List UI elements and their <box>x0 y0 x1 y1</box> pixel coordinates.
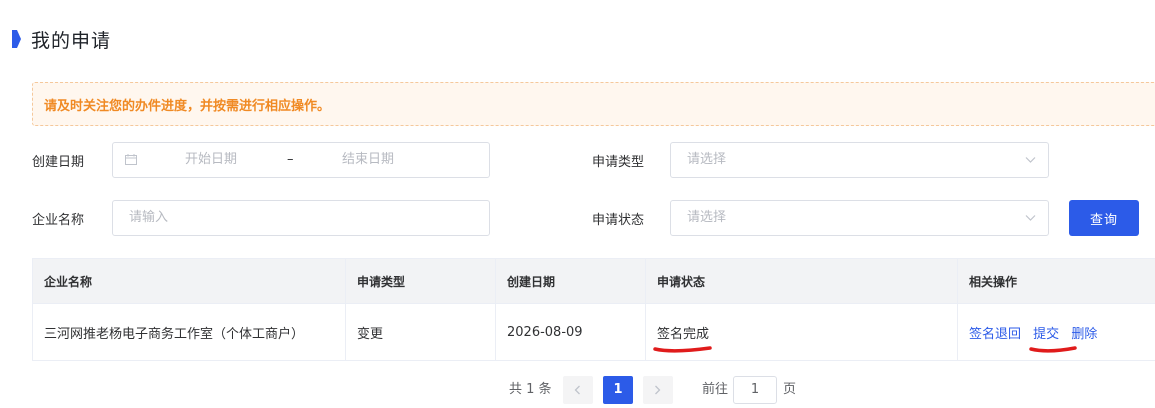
applications-table: 企业名称 申请类型 创建日期 申请状态 相关操作 三河网推老杨电子商务工作室（个… <box>32 258 1155 361</box>
cell-status: 签名完成 <box>645 303 958 361</box>
end-date-input[interactable]: 结束日期 <box>342 143 394 177</box>
apply-type-label: 申请类型 <box>592 155 645 170</box>
title-marker-icon <box>12 30 21 48</box>
column-header-created: 创建日期 <box>495 258 646 304</box>
goto-page-input[interactable]: 1 <box>733 376 777 404</box>
submit-link-wrapper: 提交 <box>1029 327 1077 353</box>
company-name-placeholder: 请输入 <box>129 210 169 225</box>
query-button[interactable]: 查询 <box>1069 200 1139 236</box>
apply-status-label: 申请状态 <box>592 213 645 228</box>
column-header-actions: 相关操作 <box>957 258 1155 304</box>
apply-type-select[interactable]: 请选择 <box>670 142 1049 178</box>
chevron-left-icon <box>574 385 580 395</box>
created-date-label: 创建日期 <box>32 155 85 170</box>
column-header-status: 申请状态 <box>645 258 958 304</box>
pagination: 共 1 条 1 前往 1 页 <box>0 376 1155 404</box>
cell-created: 2026-08-09 <box>495 303 646 361</box>
date-range-separator: – <box>287 152 294 167</box>
cell-actions: 签名退回 提交 删除 <box>957 303 1155 361</box>
page-title: 我的申请 <box>31 29 112 52</box>
submit-link[interactable]: 提交 <box>1033 327 1059 342</box>
delete-link[interactable]: 删除 <box>1071 327 1097 342</box>
chevron-down-icon <box>1025 215 1036 221</box>
status-text-wrapper: 签名完成 <box>653 326 712 353</box>
red-underline-annotation <box>653 345 712 353</box>
chevron-right-icon <box>655 385 661 395</box>
prev-page-button[interactable] <box>563 376 593 404</box>
pagination-total: 共 1 条 <box>509 382 552 397</box>
next-page-button[interactable] <box>643 376 673 404</box>
column-header-company: 企业名称 <box>32 258 346 304</box>
apply-status-select[interactable]: 请选择 <box>670 200 1049 236</box>
cell-type: 变更 <box>345 303 496 361</box>
red-underline-annotation <box>1029 345 1077 353</box>
table-header-row: 企业名称 申请类型 创建日期 申请状态 相关操作 <box>32 258 1155 304</box>
company-name-label: 企业名称 <box>32 213 85 228</box>
notice-text: 请及时关注您的办件进度，并按需进行相应操作。 <box>44 98 331 114</box>
chevron-down-icon <box>1025 157 1036 163</box>
status-text: 签名完成 <box>657 326 710 342</box>
company-name-input[interactable]: 请输入 <box>112 200 490 236</box>
page-number-current[interactable]: 1 <box>603 376 633 404</box>
calendar-icon <box>125 154 137 165</box>
notice-banner: 请及时关注您的办件进度，并按需进行相应操作。 <box>32 82 1155 126</box>
column-header-type: 申请类型 <box>345 258 496 304</box>
apply-status-placeholder: 请选择 <box>687 210 727 225</box>
sign-return-link[interactable]: 签名退回 <box>969 327 1021 342</box>
table-row: 三河网推老杨电子商务工作室（个体工商户） 变更 2026-08-09 签名完成 … <box>32 303 1155 361</box>
apply-type-placeholder: 请选择 <box>687 152 727 167</box>
goto-page-suffix: 页 <box>783 382 797 397</box>
date-range-picker[interactable]: 开始日期 – 结束日期 <box>112 142 490 178</box>
cell-company: 三河网推老杨电子商务工作室（个体工商户） <box>32 303 346 361</box>
goto-label: 前往 <box>702 382 729 397</box>
page-header: 我的申请 <box>12 26 111 52</box>
start-date-input[interactable]: 开始日期 <box>185 143 237 177</box>
